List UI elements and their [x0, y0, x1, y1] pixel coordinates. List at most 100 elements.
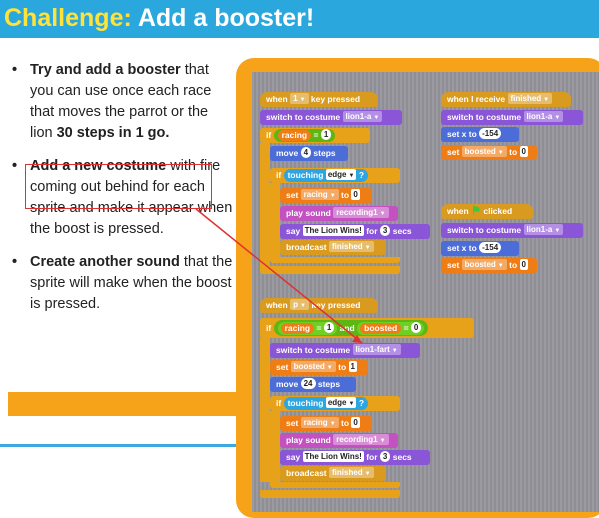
block-label: switch to costume	[447, 112, 522, 122]
value-field[interactable]: 0	[351, 189, 360, 200]
green-flag-icon: ⚑	[471, 205, 481, 217]
set-x-block[interactable]: set x to -154	[441, 241, 519, 256]
instruction-item: • Create another sound that the sprite wi…	[12, 252, 234, 315]
value-field[interactable]: 0	[410, 322, 422, 333]
set-variable-block[interactable]: set boosted ▼ to 1	[270, 360, 368, 375]
touching-sensor[interactable]: touching edge ▼ ?	[283, 169, 369, 182]
switch-costume-block[interactable]: switch to costume lion1-fart ▼	[270, 343, 420, 358]
block-label: set	[286, 190, 299, 200]
touching-dropdown[interactable]: edge ▼	[325, 397, 357, 408]
block-label: switch to costume	[447, 225, 522, 235]
variable-dropdown[interactable]: boosted ▼	[290, 361, 336, 372]
block-label: broadcast	[286, 242, 327, 252]
boosted-variable[interactable]: boosted	[360, 323, 402, 334]
chevron-down-icon: ▼	[379, 211, 386, 217]
operator-label: =	[313, 130, 319, 140]
variable-dropdown[interactable]: boosted ▼	[461, 259, 507, 270]
if-block[interactable]: if racing = 1 and boosted = 0	[260, 318, 474, 338]
costume-dropdown[interactable]: lion1-fart ▼	[352, 344, 401, 355]
steps-field[interactable]: 24	[300, 378, 316, 389]
chevron-down-icon: ▼	[554, 228, 561, 234]
block-label: move	[276, 379, 299, 389]
set-x-block[interactable]: set x to -154	[441, 127, 519, 142]
secs-field[interactable]: 3	[379, 451, 391, 462]
set-variable-block[interactable]: set boosted ▼ to 0	[441, 145, 537, 160]
broadcast-block[interactable]: broadcast finished ▼	[280, 240, 386, 255]
x-field[interactable]: -154	[479, 128, 502, 139]
value-field[interactable]: 0	[351, 417, 360, 428]
say-text-field[interactable]: The Lion Wins!	[302, 451, 364, 462]
play-sound-block[interactable]: play sound recording1 ▼	[280, 433, 398, 448]
block-label: ?	[358, 170, 365, 180]
chevron-down-icon: ▼	[391, 348, 398, 354]
if-touching-block[interactable]: if touching edge ▼ ?	[270, 396, 400, 411]
when-i-receive-block[interactable]: when I receive finished ▼	[441, 92, 571, 107]
key-value: 1	[293, 94, 298, 103]
block-label: say	[286, 452, 301, 462]
set-variable-block[interactable]: set racing ▼ to 0	[280, 188, 372, 203]
chevron-down-icon: ▼	[554, 115, 561, 121]
touching-dropdown[interactable]: edge ▼	[325, 169, 357, 180]
value-field[interactable]: 1	[348, 361, 357, 372]
if-touching-block[interactable]: if touching edge ▼ ?	[270, 168, 400, 183]
block-label: secs	[392, 226, 412, 236]
costume-dropdown[interactable]: lion1-a ▼	[523, 224, 564, 235]
bullet-dot-icon: •	[12, 254, 18, 270]
if-block-foot	[260, 490, 400, 498]
say-text-field[interactable]: The Lion Wins!	[302, 225, 364, 236]
steps-field[interactable]: 4	[300, 147, 312, 158]
when-key-pressed-block[interactable]: when p ▼ key pressed	[260, 298, 378, 313]
block-label: ?	[358, 398, 365, 408]
x-field[interactable]: -154	[479, 242, 502, 253]
move-block[interactable]: move 24 steps	[270, 377, 356, 392]
switch-costume-block[interactable]: switch to costume lion1-a ▼	[260, 110, 402, 125]
message-dropdown[interactable]: finished ▼	[329, 241, 374, 252]
chevron-down-icon: ▼	[497, 263, 504, 269]
message-dropdown[interactable]: finished ▼	[329, 467, 374, 478]
block-label: to	[341, 418, 350, 428]
instruction-item: • Try and add a booster that you can use …	[12, 60, 234, 144]
costume-value: lion1-fart	[355, 345, 390, 354]
variable-dropdown[interactable]: racing ▼	[300, 189, 339, 200]
secs-field[interactable]: 3	[379, 225, 391, 236]
if-block[interactable]: if racing = 1	[260, 128, 370, 143]
when-flag-clicked-block[interactable]: when ⚑ clicked	[441, 204, 533, 219]
set-variable-block[interactable]: set boosted ▼ to 0	[441, 258, 537, 273]
racing-variable[interactable]: racing	[277, 130, 312, 141]
say-block[interactable]: say The Lion Wins! for 3 secs	[280, 224, 430, 239]
switch-costume-block[interactable]: switch to costume lion1-a ▼	[441, 110, 583, 125]
sound-dropdown[interactable]: recording1 ▼	[333, 207, 389, 218]
block-label: key pressed	[311, 300, 361, 310]
variable-dropdown[interactable]: racing ▼	[300, 417, 339, 428]
key-dropdown[interactable]: 1 ▼	[290, 93, 309, 104]
move-block[interactable]: move 4 steps	[270, 146, 348, 161]
value-field[interactable]: 1	[323, 322, 335, 333]
racing-variable[interactable]: racing	[280, 323, 315, 334]
key-value: p	[293, 300, 298, 309]
equals-operator[interactable]: racing = 1	[277, 322, 338, 335]
value-field[interactable]: 0	[519, 259, 528, 270]
play-sound-block[interactable]: play sound recording1 ▼	[280, 206, 398, 221]
equals-operator[interactable]: boosted = 0	[357, 322, 425, 335]
costume-dropdown[interactable]: lion1-a ▼	[342, 111, 383, 122]
variable-dropdown[interactable]: boosted ▼	[461, 146, 507, 157]
set-variable-block[interactable]: set racing ▼ to 0	[280, 416, 372, 431]
block-label: move	[276, 148, 299, 158]
costume-dropdown[interactable]: lion1-a ▼	[523, 111, 564, 122]
touching-sensor[interactable]: touching edge ▼ ?	[283, 397, 369, 410]
value-field[interactable]: 1	[320, 129, 332, 140]
switch-costume-block[interactable]: switch to costume lion1-a ▼	[441, 223, 583, 238]
equals-operator[interactable]: racing = 1	[273, 129, 336, 142]
message-dropdown[interactable]: finished ▼	[507, 93, 553, 104]
broadcast-block[interactable]: broadcast finished ▼	[280, 466, 386, 481]
when-key-pressed-block[interactable]: when 1 ▼ key pressed	[260, 92, 378, 107]
chevron-down-icon: ▼	[364, 245, 371, 251]
title-text: Add a booster!	[137, 4, 315, 32]
variable-value: racing	[303, 190, 328, 199]
key-dropdown[interactable]: p ▼	[290, 299, 309, 310]
say-block[interactable]: say The Lion Wins! for 3 secs	[280, 450, 430, 465]
sound-dropdown[interactable]: recording1 ▼	[333, 434, 389, 445]
value-field[interactable]: 0	[519, 146, 528, 157]
message-value: finished	[510, 94, 542, 103]
and-operator[interactable]: racing = 1 and boosted = 0	[273, 320, 429, 336]
